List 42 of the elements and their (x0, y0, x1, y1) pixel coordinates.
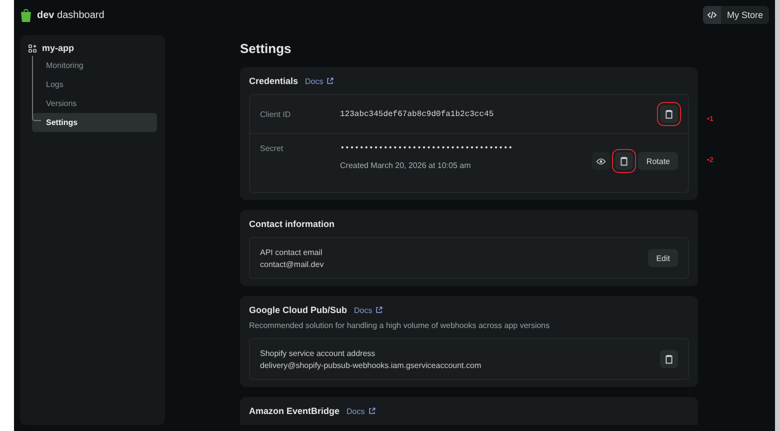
app-brand: dev dashboard (37, 10, 104, 20)
external-link-icon (326, 77, 334, 85)
contact-email: contact@mail.dev (260, 260, 325, 268)
apps-icon (28, 44, 37, 52)
card-title: Credentials (249, 76, 298, 86)
eye-icon (596, 158, 606, 164)
card-description: Recommended solution for handling a high volume of webhooks across app versions (249, 321, 551, 330)
clipboard-icon (620, 156, 628, 166)
card-title: Google Cloud Pub/Sub (249, 305, 347, 315)
field-label: Shopify service account address (260, 348, 376, 358)
copy-button[interactable] (660, 350, 678, 368)
sidebar-item[interactable]: Monitoring (32, 56, 157, 75)
copy-button[interactable] (615, 152, 634, 170)
store-button[interactable]: My Store (702, 6, 769, 24)
clipboard-icon (665, 354, 673, 364)
client-id-value: 123abc345def67ab8c9d0fa1b2c3cc45 (340, 110, 494, 118)
rotate-button[interactable]: Rotate (638, 152, 678, 170)
card-title: Amazon EventBridge (249, 406, 340, 416)
external-link-icon (368, 407, 376, 415)
show-secret-button[interactable] (592, 152, 610, 170)
shopping-bag-logo-icon (20, 8, 32, 22)
page-title: Settings (240, 41, 292, 56)
field-label: Secret (260, 144, 284, 153)
app-name: my-app (42, 43, 74, 53)
docs-link[interactable]: Docs (305, 76, 334, 86)
sidebar-item[interactable]: Settings (32, 113, 157, 132)
sidebar-item[interactable]: Logs (32, 75, 157, 94)
scrollbar[interactable] (775, 0, 780, 431)
secret-value: •••••••••••••••••••••••••••••••••••• (340, 144, 514, 153)
docs-link[interactable]: Docs (346, 406, 376, 416)
field-label: Client ID (260, 110, 292, 118)
field-label: API contact email (260, 248, 324, 256)
docs-link[interactable]: Docs (354, 306, 384, 314)
clipboard-icon (665, 109, 673, 119)
card-title: Contact information (249, 219, 334, 229)
edit-button[interactable]: Edit (648, 249, 678, 267)
created-date: Created March 20, 2026 at 10:05 am (340, 161, 472, 170)
external-link-icon (375, 306, 384, 314)
sidebar-item[interactable]: Versions (32, 94, 157, 113)
service-account-address: delivery@shopify-pubsub-webhooks.iam.gserviceaccount.com (260, 360, 482, 370)
copy-button[interactable] (660, 105, 678, 123)
code-icon (706, 11, 717, 19)
